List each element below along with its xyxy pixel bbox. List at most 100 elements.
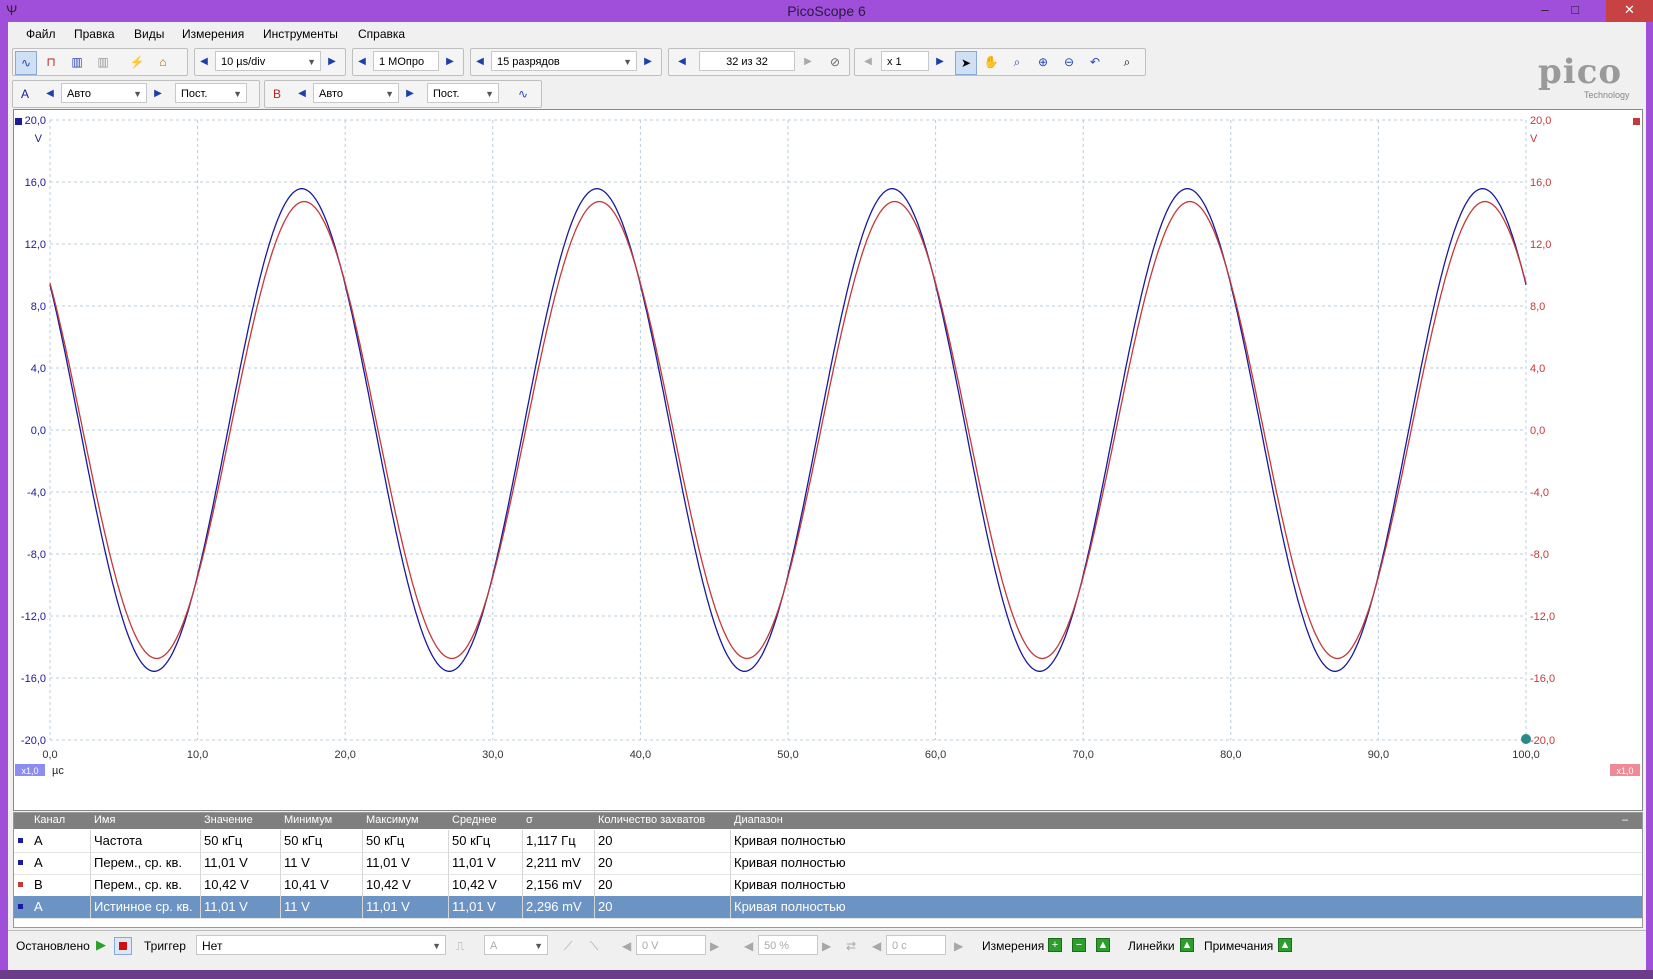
capture-toolbar: ∿ ⊓ ▥ ▥ ⚡ ⌂ ◀ 10 µs/div ▼ ▶ ◀ 1 MОпро ▶ ◀… [12, 48, 1532, 76]
undo-zoom-icon[interactable]: ↶ [1085, 51, 1105, 73]
samples-prev-icon[interactable]: ◀ [353, 51, 371, 73]
trigger-source-select[interactable]: A ▼ [484, 935, 548, 955]
falling-edge-icon[interactable]: ⟍ [590, 939, 598, 954]
collapse-table-icon[interactable]: – [1622, 814, 1628, 826]
cell-avg: 10,42 V [452, 877, 497, 892]
pretrigger-next-icon[interactable]: ▶ [822, 939, 831, 953]
buffer-group: ◀ 32 из 32 ▶ ⊘ [668, 48, 850, 76]
stop-button[interactable] [114, 937, 132, 955]
pointer-tool-icon[interactable]: ➤ [955, 51, 977, 75]
window-title: PicoScope 6 [787, 3, 866, 19]
buffer-next-icon[interactable]: ▶ [799, 51, 817, 73]
buffer-prev-icon[interactable]: ◀ [673, 51, 691, 73]
menu-help[interactable]: Справка [358, 27, 405, 41]
table-row[interactable]: B Перем., ср. кв. 10,42 V 10,41 V 10,42 V 10,… [14, 874, 1642, 897]
spectrum-mode-icon[interactable]: ▥ [67, 51, 87, 73]
table-row[interactable]: A Перем., ср. кв. 11,01 V 11 V 11,01 V 11,01 … [14, 852, 1642, 875]
y-tick-label-left: -4,0 [27, 487, 46, 499]
delay-field[interactable]: 0 с [886, 935, 946, 955]
hand-tool-icon[interactable]: ✋ [981, 51, 1001, 73]
menu-tools[interactable]: Инструменты [263, 27, 338, 41]
samples-next-icon[interactable]: ▶ [441, 51, 459, 73]
resolution-next-icon[interactable]: ▶ [639, 51, 657, 73]
column-divider [730, 852, 731, 874]
menu-bar: Файл Правка Виды Измерения Инструменты С… [8, 24, 1646, 44]
start-icon[interactable]: ▶ [96, 937, 106, 953]
buffer-field[interactable]: 32 из 32 [699, 51, 795, 71]
resolution-select[interactable]: 15 разрядов ▼ [491, 51, 637, 71]
persistence-mode-icon[interactable]: ⊓ [41, 51, 61, 73]
resolution-prev-icon[interactable]: ◀ [471, 51, 489, 73]
trigger-mode-select[interactable]: Нет ▼ [196, 935, 446, 955]
channel-a-range-select[interactable]: Авто ▼ [61, 83, 147, 103]
zoom-overview-icon[interactable]: ⌕ [1117, 51, 1137, 73]
channel-a-coupling-select[interactable]: Пост. ▼ [175, 83, 247, 103]
channel-toolbar: A ◀ Авто ▼ ▶ Пост. ▼ B ◀ Авто ▼ ▶ Пост. ▼ ∿ [12, 80, 572, 108]
zoom-next-icon[interactable]: ▶ [931, 51, 949, 73]
trigger-level-prev-icon[interactable]: ◀ [622, 939, 631, 953]
pretrigger-field[interactable]: 50 % [758, 935, 818, 955]
scope-mode-icon[interactable]: ∿ [15, 51, 37, 75]
menu-edit[interactable]: Правка [74, 27, 115, 41]
edit-measurement-icon[interactable]: ▲ [1096, 938, 1110, 952]
auto-setup-icon[interactable]: ⚡ [127, 51, 147, 73]
trigger-label: Триггер [144, 939, 186, 953]
column-divider [90, 896, 91, 918]
menu-views[interactable]: Виды [134, 27, 164, 41]
table-row[interactable]: A Частота 50 кГц 50 кГц 50 кГц 50 кГц 1,117 Гц… [14, 830, 1642, 853]
buffer-navigator-icon[interactable]: ⊘ [825, 51, 845, 73]
trigger-edge-icon[interactable]: ⎍ [456, 939, 464, 954]
rising-edge-icon[interactable]: ⟋ [564, 939, 572, 954]
zoom-field[interactable]: x 1 [881, 51, 929, 71]
zoom-out-icon[interactable]: ⊖ [1059, 51, 1079, 73]
zoom-prev-icon[interactable]: ◀ [859, 51, 877, 73]
cell-range: Кривая полностью [734, 833, 846, 848]
spectrum-alt-icon[interactable]: ▥ [93, 51, 113, 73]
channel-a-range-prev-icon[interactable]: ◀ [41, 83, 59, 105]
timebase-prev-icon[interactable]: ◀ [195, 51, 213, 73]
signal-generator-icon[interactable]: ∿ [513, 83, 533, 105]
scope-view[interactable]: 20,0 20,0 16,0 16,0 12,0 12,0 8,0 8,0 4,0 4,0 0,0 0… [13, 109, 1643, 811]
channel-b-range-select[interactable]: Авто ▼ [313, 83, 399, 103]
close-button[interactable]: ✕ [1606, 0, 1653, 22]
cell-channel: A [34, 899, 43, 914]
column-divider [594, 896, 595, 918]
trigger-level-next-icon[interactable]: ▶ [710, 939, 719, 953]
channel-a-range-next-icon[interactable]: ▶ [149, 83, 167, 105]
trigger-level-field[interactable]: 0 V [636, 935, 706, 955]
timebase-select[interactable]: 10 µs/div ▼ [215, 51, 321, 71]
cell-name: Перем., ср. кв. [94, 877, 182, 892]
cell-count: 20 [598, 877, 613, 892]
maximize-button[interactable]: □ [1560, 0, 1590, 22]
pico-technology-logo: pico Technology [1538, 52, 1630, 100]
cell-count: 20 [598, 833, 613, 848]
delay-prev-icon[interactable]: ◀ [872, 939, 881, 953]
channel-a-label[interactable]: A [15, 83, 35, 105]
zoom-in-icon[interactable]: ⊕ [1033, 51, 1053, 73]
home-icon[interactable]: ⌂ [153, 51, 173, 73]
add-measurement-icon[interactable]: + [1048, 938, 1062, 952]
channel-b-label[interactable]: B [267, 83, 287, 105]
menu-measurements[interactable]: Измерения [182, 27, 244, 41]
x-tick-label: 100,0 [1512, 749, 1540, 761]
trigger-delay-icon[interactable]: ⇄ [846, 939, 856, 953]
channel-b-range-next-icon[interactable]: ▶ [401, 83, 419, 105]
menu-file[interactable]: Файл [26, 27, 56, 41]
y-tick-label-left: 12,0 [25, 239, 46, 251]
column-divider [200, 874, 201, 896]
x-tick-label: 80,0 [1220, 749, 1241, 761]
timebase-next-icon[interactable]: ▶ [323, 51, 341, 73]
rulers-icon[interactable]: ▲ [1180, 938, 1194, 952]
samples-field[interactable]: 1 MОпро [373, 51, 439, 71]
remove-measurement-icon[interactable]: − [1072, 938, 1086, 952]
zoom-area-icon[interactable]: ⌕ [1007, 51, 1027, 73]
channel-b-coupling-select[interactable]: Пост. ▼ [427, 83, 499, 103]
channel-b-range-prev-icon[interactable]: ◀ [293, 83, 311, 105]
table-row[interactable]: A Истинное ср. кв. 11,01 V 11 V 11,01 V 11,01… [14, 896, 1642, 919]
notes-icon[interactable]: ▲ [1278, 938, 1292, 952]
minimize-button[interactable]: – [1530, 0, 1560, 22]
pretrigger-prev-icon[interactable]: ◀ [744, 939, 753, 953]
oscilloscope-plot[interactable]: 20,0 20,0 16,0 16,0 12,0 12,0 8,0 8,0 4,0 4,0 0,0 0… [14, 110, 1642, 810]
cell-sigma: 1,117 Гц [526, 833, 576, 848]
delay-next-icon[interactable]: ▶ [954, 939, 963, 953]
